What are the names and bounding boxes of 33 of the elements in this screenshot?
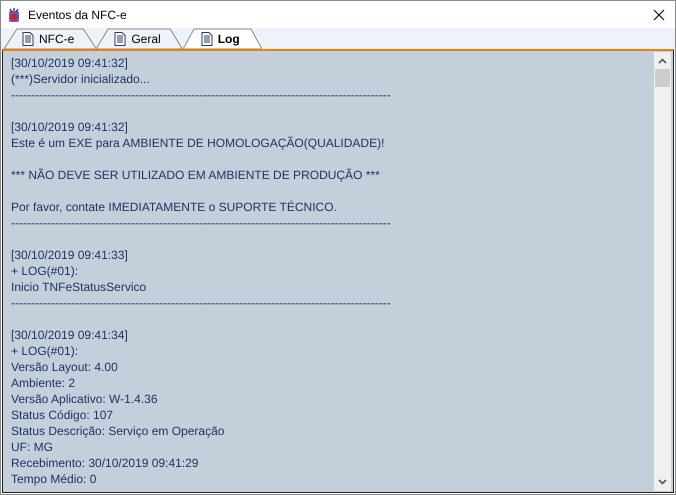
scrollbar[interactable] [654,52,671,491]
log-line: (***)Servidor inicializado... [11,71,151,87]
log-line: UF: MG [11,439,54,455]
log-line: Recebimento: 30/10/2019 09:41:29 [11,455,200,471]
tab[interactable]: NFC-e [4,28,96,49]
separator-line: ----------------------------------------------------------------------------------------------- [11,295,392,311]
log-line: Este é um EXE para AMBIENTE DE HOMOLOGAÇÃO(QUALIDADE)! [11,135,386,151]
close-icon[interactable] [653,8,665,20]
document-icon [114,32,126,46]
log-line: [30/10/2019 09:41:32] [11,119,129,135]
tab[interactable]: Log [182,28,262,49]
log-line: + LOG(#01): [11,343,80,359]
document-icon [22,32,34,46]
log-line: *** NÃO DEVE SER UTILIZADO EM AMBIENTE DE PRODUÇÃO *** [11,167,381,183]
log-line: + LOG(#01): [11,263,80,279]
window-title: Eventos da NFC-e [28,6,127,24]
log-line: [30/10/2019 09:41:34] [11,327,129,343]
tab[interactable]: Geral [96,28,183,49]
separator-line: ----------------------------------------------------------------------------------------------- [11,215,392,231]
log-line: [30/10/2019 09:41:32] [11,55,129,71]
log-line: Ambiente: 2 [11,375,76,391]
log-line: Versão Aplicativo: W-1.4.36 [11,391,159,407]
log-line: [30/10/2019 09:41:33] [11,247,129,263]
document-icon [200,32,213,46]
log-line: Por favor, contate IMEDIATAMENTE o SUPORTE TÉCNICO. [11,199,338,215]
scroll-thumb[interactable] [655,69,670,87]
log-line: Inicio TNFeStatusServico [11,279,148,295]
log-line: Versão Layout: 4.00 [11,359,119,375]
log-line: Tempo Médio: 0 [11,471,98,487]
log-line: Status Descrição: Serviço em Operação [11,423,226,439]
app-icon [6,6,22,22]
log-line: Status Código: 107 [11,407,114,423]
separator-line: ----------------------------------------------------------------------------------------------- [11,87,392,103]
